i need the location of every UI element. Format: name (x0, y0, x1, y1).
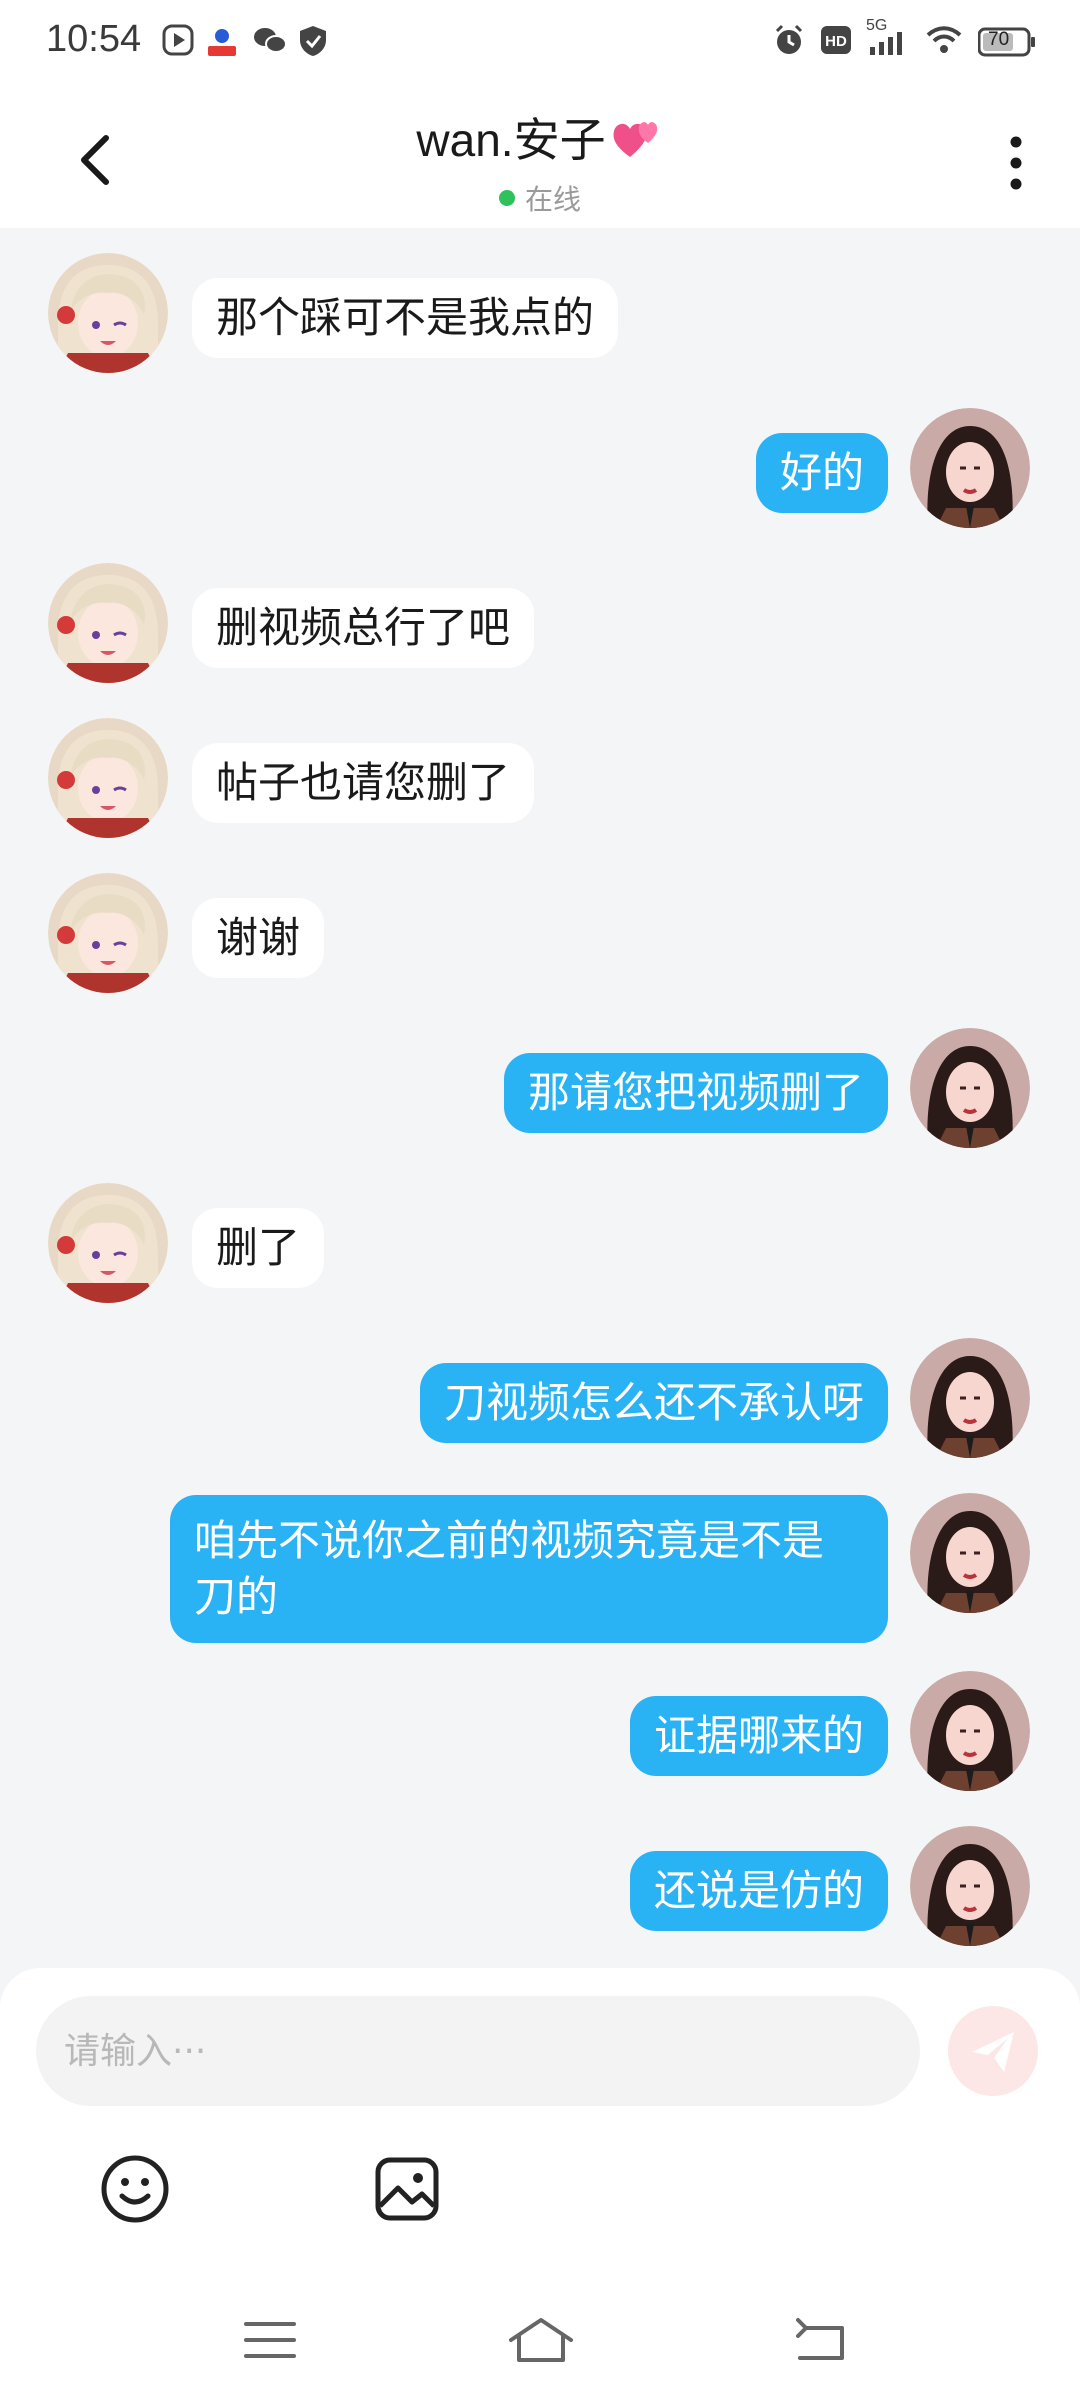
image-icon (375, 2157, 439, 2221)
system-nav-bar (0, 2268, 1080, 2408)
message-bubble-incoming[interactable]: 那个踩可不是我点的 (192, 278, 619, 358)
contact-avatar[interactable] (48, 563, 168, 683)
message-row: 咱先不说你之前的视频究竟是不是刀的 (0, 1493, 1080, 1643)
message-bubble-outgoing[interactable]: 还说是仿的 (629, 1851, 888, 1931)
menu-icon (244, 2322, 296, 2358)
hd-icon: HD (820, 25, 852, 59)
message-bubble-incoming[interactable]: 帖子也请您删了 (192, 743, 535, 823)
more-vertical-icon (1010, 136, 1022, 190)
send-icon (972, 2032, 1014, 2072)
chat-header: wan.安子 在线 (0, 84, 1080, 228)
composer (0, 1968, 1080, 2268)
more-options-button[interactable] (996, 128, 1036, 198)
message-row: 删了 (0, 1183, 1080, 1313)
message-bubble-incoming[interactable]: 删了 (192, 1208, 325, 1288)
menu-nav-button[interactable] (240, 2314, 300, 2366)
image-button[interactable] (370, 2152, 444, 2226)
wechat-icon (252, 24, 288, 58)
message-bubble-outgoing[interactable]: 那请您把视频删了 (503, 1053, 888, 1133)
baidu-app-icon (206, 24, 238, 58)
contact-avatar[interactable] (48, 718, 168, 838)
contact-avatar[interactable] (48, 873, 168, 993)
user-avatar[interactable] (910, 1028, 1030, 1148)
shield-icon (298, 24, 328, 58)
smiley-icon (101, 2155, 169, 2223)
message-input[interactable] (36, 1996, 920, 2106)
user-avatar[interactable] (910, 1338, 1030, 1458)
message-row: 删视频总行了吧 (0, 563, 1080, 693)
svg-text:HD: HD (825, 33, 847, 50)
message-input-container[interactable] (36, 1996, 920, 2106)
wifi-icon (924, 24, 964, 60)
contact-avatar[interactable] (48, 253, 168, 373)
home-icon (509, 2318, 573, 2362)
heart-icon (610, 113, 664, 174)
message-bubble-incoming[interactable]: 删视频总行了吧 (192, 588, 535, 668)
message-row: 帖子也请您删了 (0, 718, 1080, 848)
message-bubble-incoming[interactable]: 谢谢 (192, 898, 325, 978)
online-dot-icon (498, 190, 515, 207)
alarm-icon (772, 23, 806, 61)
video-app-icon (162, 24, 194, 58)
battery-icon: 70 (978, 27, 1036, 57)
user-avatar[interactable] (910, 1826, 1030, 1946)
message-bubble-outgoing[interactable]: 证据哪来的 (629, 1696, 888, 1776)
message-bubble-outgoing[interactable]: 刀视频怎么还不承认呀 (419, 1363, 888, 1443)
contact-name: wan.安子 (416, 114, 606, 166)
message-list[interactable]: 那个踩可不是我点的 好的 删视频总行了吧 帖子也请您删了 谢谢 那请您把视频删了 (0, 228, 1080, 1968)
status-bar: 10:54 HD 5G 70 (0, 0, 1080, 84)
emoji-button[interactable] (98, 2152, 172, 2226)
chat-title-block: wan.安子 在线 (0, 104, 1080, 218)
message-row: 那请您把视频删了 (0, 1028, 1080, 1158)
message-row: 那个踩可不是我点的 (0, 253, 1080, 383)
send-button[interactable] (948, 2006, 1038, 2096)
message-bubble-outgoing[interactable]: 好的 (755, 433, 888, 513)
message-row: 刀视频怎么还不承认呀 (0, 1338, 1080, 1468)
user-avatar[interactable] (910, 1671, 1030, 1791)
message-row: 谢谢 (0, 873, 1080, 1003)
home-nav-button[interactable] (505, 2314, 577, 2366)
online-status: 在线 (0, 178, 1080, 218)
message-row: 还说是仿的 (0, 1826, 1080, 1956)
online-status-text: 在线 (524, 183, 581, 217)
status-time: 10:54 (46, 18, 142, 60)
return-icon (796, 2318, 844, 2360)
user-avatar[interactable] (910, 408, 1030, 528)
signal-icon: 5G (866, 17, 910, 61)
contact-avatar[interactable] (48, 1183, 168, 1303)
message-row: 证据哪来的 (0, 1671, 1080, 1801)
message-row: 好的 (0, 408, 1080, 538)
status-right-icons: HD 5G 70 (772, 17, 1036, 62)
back-nav-button[interactable] (790, 2314, 850, 2366)
message-bubble-outgoing[interactable]: 咱先不说你之前的视频究竟是不是刀的 (170, 1495, 888, 1643)
user-avatar[interactable] (910, 1493, 1030, 1613)
